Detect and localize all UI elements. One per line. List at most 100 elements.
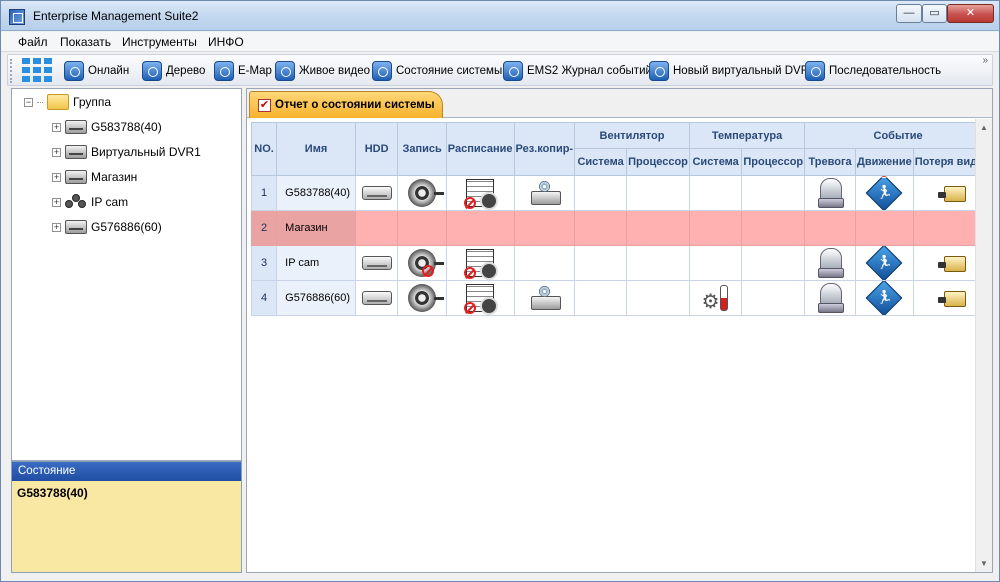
motion-icon [865,246,903,280]
menu-tools[interactable]: Инструменты [122,35,197,49]
tree-node-device[interactable]: + Виртуальный DVR1 [52,143,201,161]
tree-node-label: Группа [73,95,112,109]
collapse-icon[interactable]: − [24,97,33,107]
row-name: IP cam [276,245,356,281]
system-status-button[interactable]: Состояние системы [372,59,502,83]
column-group-event: Событие [804,122,992,149]
column-header-temp-cpu[interactable]: Процессор [741,148,806,176]
tree-node-label: G583788(40) [91,120,162,134]
expand-icon[interactable]: + [52,172,61,182]
record-icon [408,179,445,207]
toolbar-grip[interactable] [10,59,14,83]
status-table: NO. Имя HDD Запись Расписание Рез.копир-… [250,122,993,316]
dvr-icon [65,120,87,134]
title-bar[interactable]: Enterprise Management Suite2 — ▭ ✕ [1,1,999,31]
record-icon [408,284,445,312]
device-tree-panel: − Группа + G583788(40) + Виртуальный DVR… [11,88,242,461]
hdd-icon [361,291,392,305]
system-status-button-label: Состояние системы [396,65,503,77]
column-header-motion[interactable]: Движение [855,148,914,176]
tree-icon [142,61,162,81]
toolbar: Онлайн Дерево E-Map Живое видео Состояни… [7,54,993,86]
minimize-button[interactable]: — [896,4,922,23]
power-icon [64,61,84,81]
online-button[interactable]: Онлайн [64,59,129,83]
video-loss-icon [938,252,967,274]
table-row-selected[interactable]: 2 Магазин [250,210,993,246]
column-header-name[interactable]: Имя [276,122,356,176]
new-virtual-dvr-button-label: Новый виртуальный DVR [673,65,810,77]
tree-node-device[interactable]: + G583788(40) [52,118,162,136]
live-video-button[interactable]: Живое видео [275,59,370,83]
column-header-schedule[interactable]: Расписание [445,122,515,176]
warning-icon: ! [878,176,890,178]
tree-node-device[interactable]: + Магазин [52,168,137,186]
app-icon [9,9,25,25]
tab-label: Отчет о состоянии системы [275,99,435,111]
scroll-down-icon[interactable]: ▼ [980,559,988,568]
motion-icon [865,281,903,315]
column-header-backup[interactable]: Рез.копир- [513,122,576,176]
menu-info[interactable]: ИНФО [208,35,244,49]
tree-node-label: IP cam [91,195,129,209]
menu-file[interactable]: Файл [18,35,48,49]
emap-button[interactable]: E-Map [214,59,272,83]
row-number: 3 [250,245,278,281]
hdd-icon [361,186,392,200]
column-header-no[interactable]: NO. [250,122,278,176]
prohibited-icon [464,302,477,314]
vertical-scrollbar[interactable]: ▲ ▼ [975,119,992,572]
expand-icon[interactable]: + [52,222,61,232]
log-icon [503,61,523,81]
column-header-temp-system[interactable]: Система [688,148,743,176]
alarm-icon [818,248,845,278]
video-loss-icon [938,287,967,309]
column-group-temperature: Температура [688,122,806,149]
close-button[interactable]: ✕ [947,4,994,23]
tab-system-status-report[interactable]: ✔ Отчет о состоянии системы [249,91,443,118]
column-header-alarm[interactable]: Тревога [804,148,857,176]
expand-icon[interactable]: + [52,122,61,132]
tab-strip: ✔ Отчет о состоянии системы [247,89,992,118]
expand-icon[interactable]: + [52,147,61,157]
folder-icon [47,94,69,110]
row-number: 4 [250,280,278,316]
table-row[interactable]: 4 G576886(60) [250,280,993,316]
tree-button[interactable]: Дерево [142,59,205,83]
temperature-icon [702,283,730,314]
sequence-icon [805,61,825,81]
prohibited-icon [464,197,477,209]
tree-node-root[interactable]: − Группа [24,93,111,111]
sequence-button[interactable]: Последовательность [805,59,941,83]
maximize-button[interactable]: ▭ [922,4,947,23]
prohibited-icon [422,265,435,277]
row-number: 1 [250,175,278,211]
sequence-button-label: Последовательность [829,65,942,77]
column-header-hdd[interactable]: HDD [354,122,399,176]
alarm-icon [818,178,845,208]
tree-node-label: Виртуальный DVR1 [91,145,201,159]
column-header-fan-system[interactable]: Система [574,148,628,176]
checkmark-icon: ✔ [258,98,271,112]
row-name: G583788(40) [276,175,356,211]
toolbar-overflow-button[interactable]: » [982,55,988,66]
column-header-fan-cpu[interactable]: Процессор [626,148,690,176]
new-virtual-dvr-button[interactable]: Новый виртуальный DVR [649,59,809,83]
schedule-icon [464,284,499,315]
expand-icon[interactable]: + [52,197,61,207]
column-header-record[interactable]: Запись [397,122,447,176]
menu-view[interactable]: Показать [60,35,111,49]
row-name: Магазин [276,210,356,246]
tree-node-device[interactable]: + G576886(60) [52,218,162,236]
table-row[interactable]: 3 IP cam [250,245,993,281]
tree-node-device[interactable]: + IP cam [52,193,128,211]
globe-icon [214,61,234,81]
backup-icon [529,286,562,310]
backup-icon [529,181,562,205]
layout-grid-icon[interactable] [22,58,58,84]
event-log-button[interactable]: EMS2 Журнал событий [503,59,652,83]
record-icon [408,249,445,277]
table-row[interactable]: 1 G583788(40) ! [250,175,993,211]
scroll-up-icon[interactable]: ▲ [980,123,988,132]
virtual-dvr-icon [65,145,87,159]
